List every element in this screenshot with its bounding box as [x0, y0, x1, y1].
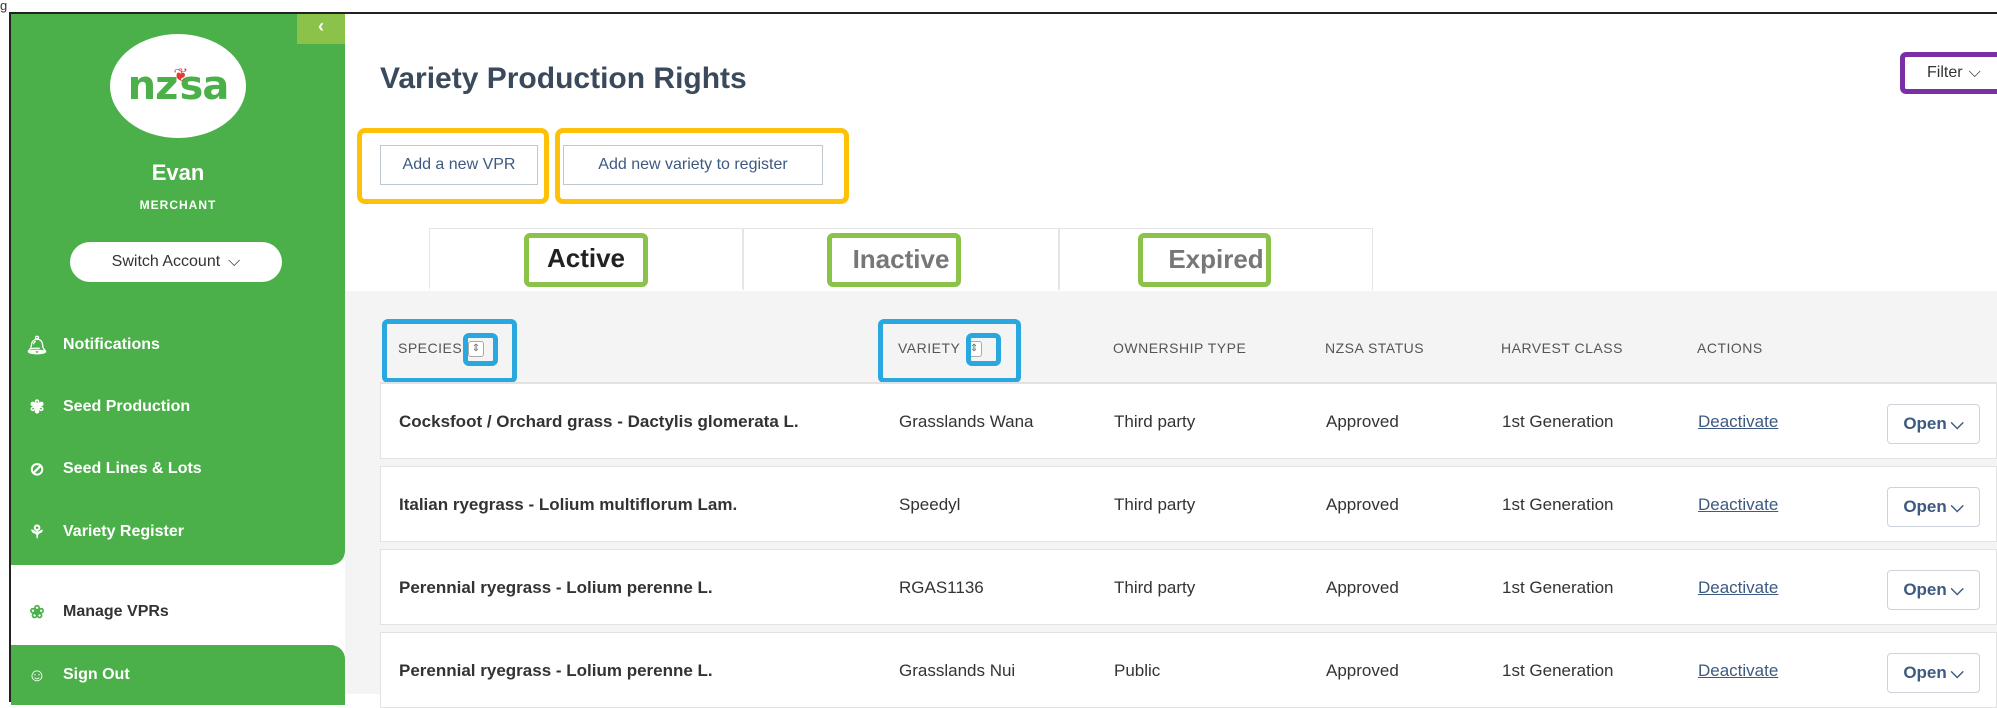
sidebar-item-sign-out[interactable]: ☺ Sign Out — [25, 655, 130, 695]
sidebar-item-label: Notifications — [63, 336, 160, 353]
plant-icon: ⚘ — [28, 521, 46, 542]
species-cell: Perennial ryegrass - Lolium perenne L. — [399, 578, 713, 597]
highlight-box — [827, 233, 961, 287]
filter-button[interactable]: Filter ⌵ — [1900, 52, 1997, 94]
ownership-cell: Third party — [1114, 412, 1196, 431]
sidebar-item-label: Seed Production — [63, 398, 191, 415]
chevron-down-icon: ⌵ — [1950, 497, 1964, 516]
chevron-down-icon: ⌵ — [1950, 663, 1964, 682]
deactivate-link[interactable]: Deactivate — [1698, 495, 1778, 515]
figure-label: g — [0, 0, 8, 13]
highlight-box — [463, 333, 498, 366]
deactivate-link[interactable]: Deactivate — [1698, 412, 1778, 432]
sidebar-item-manage-vprs[interactable]: ❀ Manage VPRs — [25, 592, 169, 632]
sidebar-collapse-button[interactable]: ‹ — [297, 14, 345, 44]
switch-account-label: Switch Account — [111, 253, 221, 270]
sprout-icon: ✾ — [29, 396, 45, 417]
sidebar-item-notifications[interactable]: 🔔︎ Notifications — [25, 325, 160, 365]
table-row: Cocksfoot / Orchard grass - Dactylis glo… — [380, 383, 1997, 459]
harvest-cell: 1st Generation — [1502, 578, 1614, 597]
species-cell: Italian ryegrass - Lolium multiflorum La… — [399, 495, 738, 514]
column-header-harvest: HARVEST CLASS — [1501, 340, 1623, 356]
ownership-cell: Third party — [1114, 495, 1196, 514]
tag-icon: ⊘ — [29, 458, 45, 479]
logo-text: nz❦sa — [127, 63, 230, 109]
add-variety-button[interactable]: Add new variety to register — [563, 145, 823, 185]
sidebar-item-label: Manage VPRs — [63, 603, 169, 620]
filter-label: Filter — [1927, 64, 1963, 81]
hand-plant-icon: ❀ — [29, 601, 45, 622]
species-cell: Cocksfoot / Orchard grass - Dactylis glo… — [399, 412, 799, 431]
status-cell: Approved — [1326, 495, 1399, 514]
open-button[interactable]: Open ⌵ — [1887, 487, 1980, 527]
ownership-cell: Public — [1114, 661, 1161, 680]
status-cell: Approved — [1326, 412, 1399, 431]
nzsa-logo: nz❦sa — [110, 34, 246, 138]
page-title: Variety Production Rights — [380, 62, 747, 95]
highlight-box — [966, 333, 1001, 366]
table-row: Italian ryegrass - Lolium multiflorum La… — [380, 466, 1997, 542]
sidebar-item-label: Seed Lines & Lots — [63, 460, 202, 477]
table-row: Perennial ryegrass - Lolium perenne L. R… — [380, 549, 1997, 625]
variety-cell: RGAS1136 — [899, 578, 984, 597]
sidebar-item-seed-lines-lots[interactable]: ⊘ Seed Lines & Lots — [25, 449, 202, 489]
bell-icon: 🔔︎ — [25, 334, 49, 355]
open-button[interactable]: Open ⌵ — [1887, 404, 1980, 444]
column-header-ownership: OWNERSHIP TYPE — [1113, 340, 1247, 356]
add-vpr-button[interactable]: Add a new VPR — [380, 145, 538, 185]
harvest-cell: 1st Generation — [1502, 495, 1614, 514]
ownership-cell: Third party — [1114, 578, 1196, 597]
table-row: Perennial ryegrass - Lolium perenne L. G… — [380, 632, 1997, 708]
sidebar: ‹ nz❦sa Evan MERCHANT Switch Account ⌵ 🔔… — [11, 14, 345, 705]
leaf-icon: ❦ — [173, 65, 188, 86]
highlight-box — [524, 233, 648, 287]
highlight-box — [1138, 233, 1271, 287]
deactivate-link[interactable]: Deactivate — [1698, 578, 1778, 598]
variety-cell: Grasslands Nui — [899, 661, 1016, 680]
open-button[interactable]: Open ⌵ — [1887, 570, 1980, 610]
open-button[interactable]: Open ⌵ — [1887, 653, 1980, 693]
sidebar-item-variety-register[interactable]: ⚘ Variety Register — [25, 512, 184, 552]
chevron-left-icon: ‹ — [318, 16, 324, 36]
column-header-actions: ACTIONS — [1697, 340, 1763, 356]
user-role: MERCHANT — [139, 198, 217, 212]
sidebar-item-seed-production[interactable]: ✾ Seed Production — [25, 387, 190, 427]
sidebar-item-label: Variety Register — [63, 523, 184, 540]
harvest-cell: 1st Generation — [1502, 661, 1614, 680]
chevron-down-icon: ⌵ — [1950, 580, 1964, 599]
variety-cell: Grasslands Wana — [899, 412, 1034, 431]
sidebar-item-label: Sign Out — [63, 666, 130, 683]
switch-account-button[interactable]: Switch Account ⌵ — [70, 242, 282, 282]
harvest-cell: 1st Generation — [1502, 412, 1614, 431]
deactivate-link[interactable]: Deactivate — [1698, 661, 1778, 681]
status-cell: Approved — [1326, 661, 1399, 680]
user-name: Evan — [151, 160, 205, 185]
user-icon: ☺ — [27, 664, 47, 685]
species-cell: Perennial ryegrass - Lolium perenne L. — [399, 661, 713, 680]
variety-cell: Speedyl — [899, 495, 961, 514]
chevron-down-icon: ⌵ — [1950, 414, 1964, 433]
screenshot-frame: g ‹ nz❦sa Evan MERCHANT Switch Account ⌵… — [0, 0, 1997, 708]
chevron-down-icon: ⌵ — [1968, 64, 1981, 81]
column-header-status: NZSA STATUS — [1325, 340, 1425, 356]
chevron-down-icon: ⌵ — [228, 253, 241, 270]
status-cell: Approved — [1326, 578, 1399, 597]
